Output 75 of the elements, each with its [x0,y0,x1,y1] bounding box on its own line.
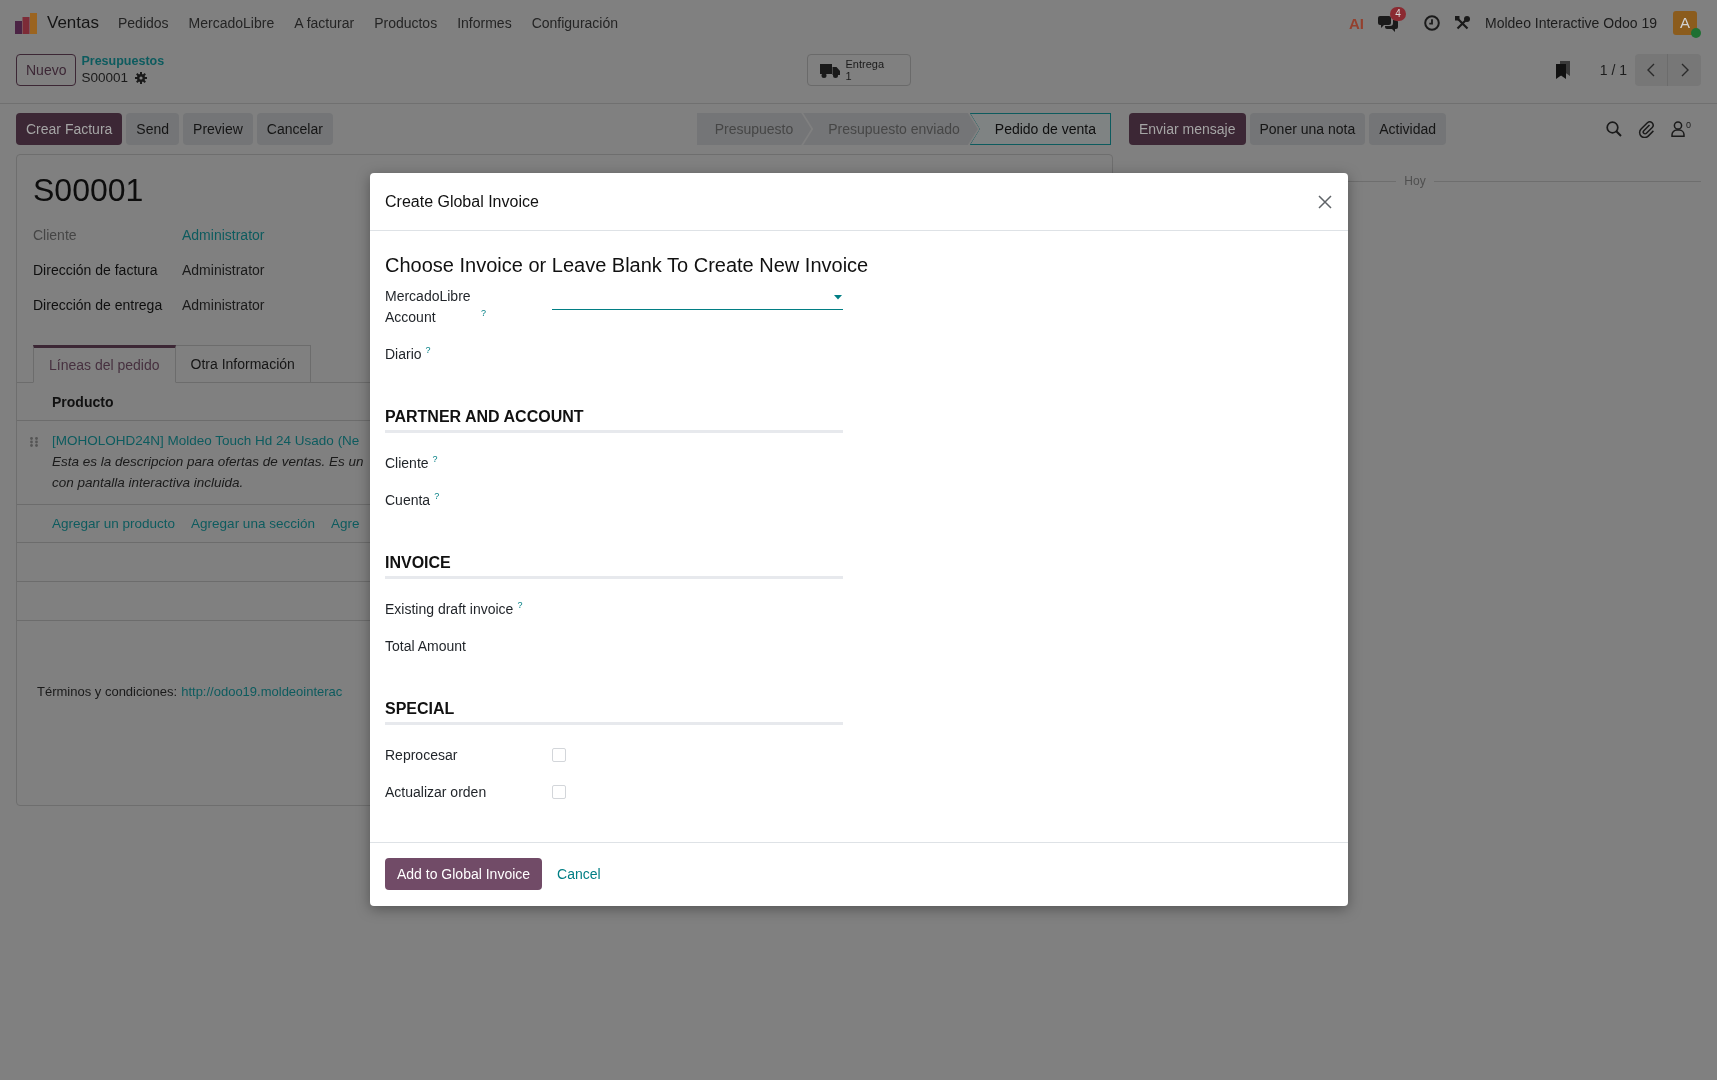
action-button[interactable]: Preview [183,113,253,145]
dialog-button[interactable]: Add to Global Invoice [385,858,543,890]
checkbox[interactable] [552,748,566,762]
close-icon[interactable] [1318,194,1332,209]
field-value: Administrator [182,261,265,278]
section-title: INVOICE [385,553,451,573]
truck-icon [819,62,840,78]
help-icon[interactable]: ? [481,308,486,319]
app-name[interactable]: Ventas [47,13,99,33]
section-title: SPECIAL [385,699,455,719]
clock-icon[interactable] [1424,15,1440,31]
record-title: S00001 [33,171,144,209]
chatter-button[interactable]: Enviar mensaje [1129,113,1246,145]
field-label: Cliente [385,455,429,471]
terms-label: Términos y condiciones: [37,684,178,699]
field-label: Dirección de entrega [33,296,163,313]
action-button[interactable]: Crear Factura [16,113,123,145]
menu-item[interactable]: Informes [447,15,522,31]
field-label: MercadoLibre Account [385,287,472,327]
menu-item[interactable]: Productos [364,15,448,31]
help-icon[interactable]: ? [432,454,438,465]
caret-icon [834,295,842,300]
chevron-right-icon [1680,63,1689,77]
paperclip-icon[interactable] [1638,120,1655,138]
column-header: Producto [52,393,114,410]
add-line-link[interactable]: Agregar un producto [52,516,176,531]
tools-icon[interactable] [1455,15,1470,31]
section-title: PARTNER AND ACCOUNT [385,407,584,427]
record-name: S00001 [81,69,128,86]
menu-item[interactable]: Pedidos [108,15,179,31]
action-button[interactable]: Cancelar [256,113,333,145]
drag-handle-icon[interactable] [30,437,38,447]
user-avatar[interactable]: A [1673,11,1697,35]
pager-value[interactable]: 1 / 1 [1599,62,1627,78]
follower-count: 0 [1686,121,1691,130]
tab[interactable]: Líneas del pedido [33,345,176,383]
menu-item[interactable]: MercadoLibre [178,15,285,31]
company-name[interactable]: Moldeo Interactive Odoo 19 [1485,15,1657,31]
field-label: Reprocesar [385,747,458,763]
delivery-smart-button[interactable]: Entrega 1 [806,54,911,86]
terms-link[interactable]: http://odoo19.moldeointerac [181,684,343,699]
field-label: Existing draft invoice [385,601,514,617]
product-link[interactable]: [MOHOLOHD24N] Moldeo Touch Hd 24 Usado (Ne [52,431,360,451]
field-label: Actualizar orden [385,784,487,800]
help-icon[interactable]: ? [517,600,523,611]
help-icon[interactable]: ? [425,345,431,356]
dialog-link[interactable]: Cancel [555,858,603,890]
product-description: Esta es la descripcion para ofertas de ventas. Es un con pantalla interactiva incluida. [52,453,364,492]
checkbox[interactable] [552,785,566,799]
add-line-link[interactable]: Agre [330,516,360,531]
menu-item[interactable]: A facturar [284,15,365,31]
help-icon[interactable]: ? [434,491,440,502]
menu-item[interactable]: Configuración [521,15,629,31]
status-stage[interactable]: Pedido de venta [969,113,1111,145]
bookmark-icon[interactable] [1555,61,1570,79]
gear-icon[interactable] [135,71,147,84]
dialog-title: Create Global Invoice [385,192,539,211]
message-count-badge: 4 [1390,6,1406,21]
search-icon[interactable] [1606,121,1622,137]
field-label: Cuenta [385,492,431,508]
dialog-heading: Choose Invoice or Leave Blank To Create New Invoice [385,253,869,277]
tab[interactable]: Otra Información [175,345,311,383]
user-icon[interactable] [1671,121,1685,137]
field-label: Cliente [33,226,77,243]
field-label: Dirección de factura [33,261,158,278]
app-icon[interactable] [15,12,37,34]
new-button[interactable]: Nuevo [16,54,77,86]
chevron-left-icon [1647,63,1655,77]
field-label: Diario [385,346,422,362]
action-button[interactable]: Send [126,113,180,145]
add-line-link[interactable]: Agregar una sección [191,516,315,531]
chatter-button[interactable]: Poner una nota [1249,113,1366,145]
field-value: Administrator [182,296,265,313]
chatter-button[interactable]: Actividad [1369,113,1447,145]
field-label: Total Amount [385,638,466,654]
